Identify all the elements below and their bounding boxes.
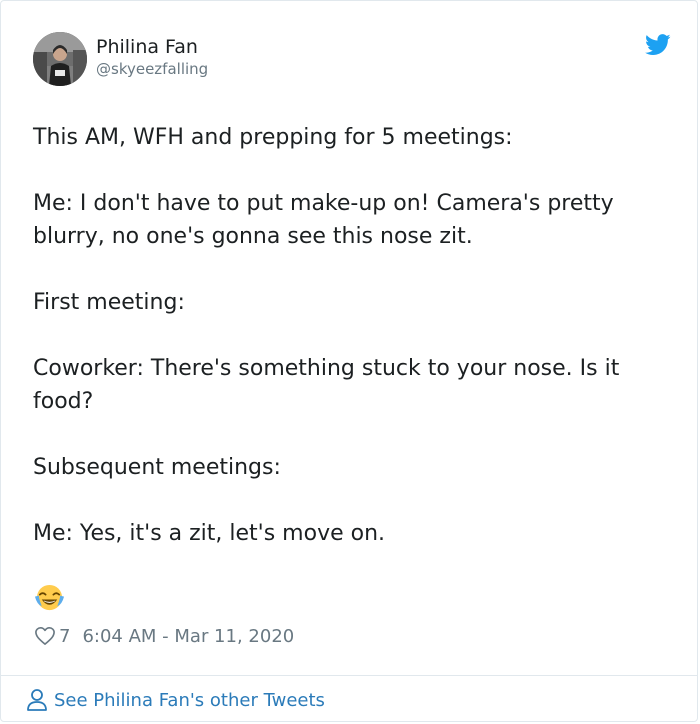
tears-of-joy-emoji-icon bbox=[34, 583, 65, 614]
like-count[interactable]: 7 bbox=[59, 626, 70, 647]
tweet-text: This AM, WFH and prepping for 5 meetings… bbox=[33, 121, 673, 583]
tweet-paragraph: Me: I don't have to put make-up on! Came… bbox=[33, 191, 614, 249]
heart-icon[interactable] bbox=[34, 626, 56, 646]
divider bbox=[1, 675, 697, 676]
twitter-bird-icon[interactable] bbox=[645, 34, 671, 56]
user-name[interactable]: Philina Fan bbox=[96, 35, 198, 59]
tweet-paragraph: First meeting: bbox=[33, 290, 185, 315]
tweet-card: Philina Fan @skyeezfalling This AM, WFH … bbox=[0, 0, 698, 722]
see-other-tweets-label[interactable]: See Philina Fan's other Tweets bbox=[54, 690, 325, 711]
tweet-timestamp[interactable]: 6:04 AM - Mar 11, 2020 bbox=[82, 626, 294, 647]
avatar[interactable] bbox=[33, 32, 87, 86]
tweet-meta: 7 6:04 AM - Mar 11, 2020 bbox=[34, 623, 294, 649]
person-icon bbox=[27, 689, 47, 711]
tweet-paragraph: Subsequent meetings: bbox=[33, 455, 281, 480]
tweet-paragraph: Coworker: There's something stuck to you… bbox=[33, 356, 620, 414]
tweet-paragraph: Me: Yes, it's a zit, let's move on. bbox=[33, 521, 386, 546]
tweet-paragraph: This AM, WFH and prepping for 5 meetings… bbox=[33, 125, 513, 150]
tweet-header: Philina Fan @skyeezfalling bbox=[33, 32, 673, 88]
user-handle[interactable]: @skyeezfalling bbox=[96, 59, 208, 79]
see-other-tweets-link[interactable]: See Philina Fan's other Tweets bbox=[26, 687, 325, 713]
